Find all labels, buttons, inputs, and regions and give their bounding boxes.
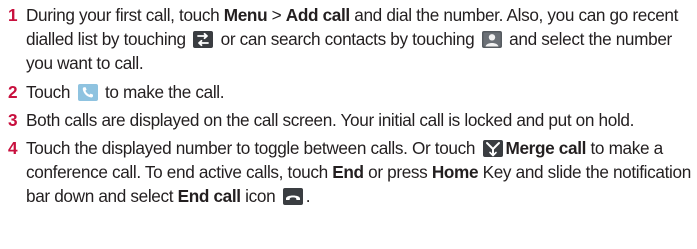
- step-text: .: [305, 186, 311, 207]
- step-text: Touch: [26, 81, 75, 102]
- end-call-icon: [282, 188, 303, 206]
- end-call-label: End call: [177, 186, 241, 207]
- step-3: 3 Both calls are displayed on the call s…: [8, 108, 696, 132]
- step-number: 1: [8, 5, 18, 25]
- instruction-steps: 1 During your first call, touch Menu > A…: [8, 3, 696, 213]
- step-text: or press: [363, 162, 432, 183]
- step-4: 4 Touch the displayed number to toggle b…: [8, 136, 696, 209]
- step-text: or can search contacts by touching: [216, 29, 479, 50]
- merge-call-icon: [482, 140, 503, 158]
- step-text: icon: [240, 186, 280, 207]
- phone-call-icon: [77, 83, 98, 101]
- step-text: >: [267, 5, 286, 25]
- home-label: Home: [431, 162, 479, 183]
- step-2: 2 Touch to make the call.: [8, 80, 696, 104]
- recent-calls-icon: [193, 31, 214, 49]
- step-text: Both calls are displayed on the call scr…: [26, 109, 635, 130]
- merge-call-label: Merge call: [505, 138, 587, 159]
- step-1: 1 During your first call, touch Menu > A…: [8, 3, 696, 76]
- add-call-label: Add call: [285, 5, 350, 25]
- step-number: 4: [8, 138, 18, 159]
- step-number: 2: [8, 81, 18, 102]
- menu-label: Menu: [223, 5, 268, 25]
- step-text: to make the call.: [104, 81, 225, 102]
- step-text: During your first call, touch: [26, 5, 224, 25]
- contacts-icon: [481, 31, 502, 49]
- end-label: End: [332, 162, 364, 183]
- step-number: 3: [8, 109, 18, 130]
- step-text: Touch the displayed number to toggle bet…: [26, 138, 480, 159]
